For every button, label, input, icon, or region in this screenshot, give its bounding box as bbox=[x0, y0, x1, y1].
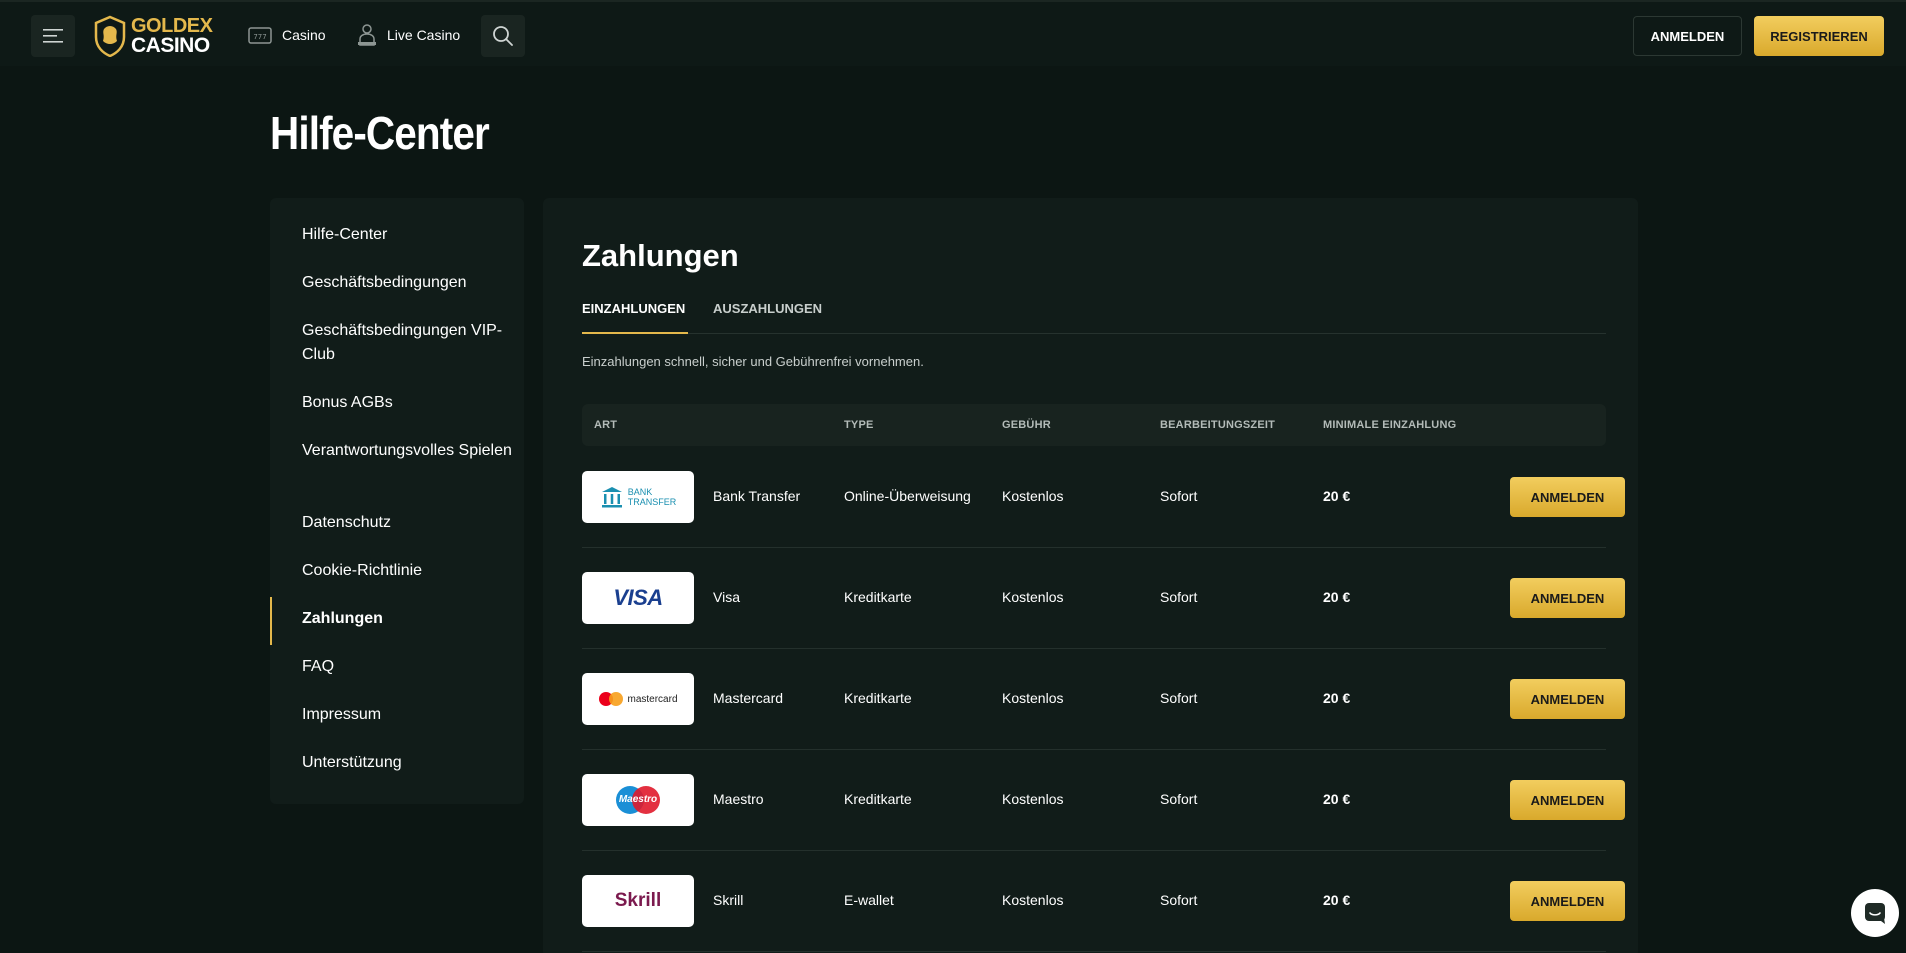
table-row: Maestro Maestro Kreditkarte Kostenlos So… bbox=[582, 750, 1625, 851]
search-icon bbox=[493, 26, 513, 46]
payment-method-name: Visa bbox=[713, 589, 740, 605]
payment-min: 20 € bbox=[1323, 690, 1351, 706]
svg-text:777: 777 bbox=[253, 33, 266, 41]
bank-transfer-logo: BANK TRANSFER bbox=[582, 471, 694, 523]
payment-time: Sofort bbox=[1160, 488, 1198, 504]
payment-fee: Kostenlos bbox=[1002, 488, 1064, 504]
bank-logo-line-2: TRANSFER bbox=[627, 497, 677, 507]
bank-icon bbox=[601, 487, 622, 508]
payment-time: Sofort bbox=[1160, 690, 1198, 706]
tab-einzahlungen[interactable]: EINZAHLUNGEN bbox=[582, 301, 688, 334]
payment-method-name: Maestro bbox=[713, 791, 764, 807]
skrill-logo: Skrill bbox=[582, 875, 694, 927]
table-row: Skrill Skrill E-wallet Kostenlos Sofort … bbox=[582, 851, 1625, 952]
payment-min: 20 € bbox=[1323, 892, 1351, 908]
help-sidebar: Hilfe-Center Geschäftsbedingungen Geschä… bbox=[270, 198, 524, 804]
visa-logo-text: VISA bbox=[613, 585, 663, 610]
top-header: GOLDEX CASINO 777 Casino Live Casino ANM… bbox=[0, 0, 1906, 66]
deposit-login-button[interactable]: ANMELDEN bbox=[1510, 679, 1625, 719]
tab-auszahlungen[interactable]: AUSZAHLUNGEN bbox=[713, 301, 822, 334]
sidebar-item-geschaeftsbedingungen[interactable]: Geschäftsbedingungen bbox=[302, 271, 512, 295]
payment-method-name: Skrill bbox=[713, 892, 744, 908]
sidebar-item-bonus-agbs[interactable]: Bonus AGBs bbox=[302, 391, 512, 415]
payment-type: Kreditkarte bbox=[844, 589, 912, 605]
payments-panel: Zahlungen EINZAHLUNGEN AUSZAHLUNGEN Einz… bbox=[543, 198, 1638, 953]
payment-fee: Kostenlos bbox=[1002, 690, 1064, 706]
payment-fee: Kostenlos bbox=[1002, 892, 1064, 908]
sidebar-item-impressum[interactable]: Impressum bbox=[302, 703, 512, 727]
payment-min: 20 € bbox=[1323, 791, 1351, 807]
sidebar-item-datenschutz[interactable]: Datenschutz bbox=[302, 511, 512, 535]
sidebar-item-faq[interactable]: FAQ bbox=[302, 655, 512, 679]
table-row: VISA Visa Kreditkarte Kostenlos Sofort 2… bbox=[582, 548, 1625, 649]
section-title: Zahlungen bbox=[582, 238, 739, 273]
sidebar-item-verantwortungsvolles-spielen[interactable]: Verantwortungsvolles Spielen bbox=[302, 439, 512, 463]
mastercard-logo-text: mastercard bbox=[627, 693, 678, 705]
payment-time: Sofort bbox=[1160, 589, 1198, 605]
table-row: mastercard Mastercard Kreditkarte Kosten… bbox=[582, 649, 1625, 750]
payment-method-name: Mastercard bbox=[713, 690, 784, 706]
payment-method-name: Bank Transfer bbox=[713, 488, 801, 504]
table-header: ART TYPE GEBÜHR BEARBEITUNGSZEIT MINIMAL… bbox=[582, 404, 1606, 446]
nav-casino-label: Casino bbox=[282, 27, 326, 43]
table-row: BANK TRANSFER Bank Transfer Online-Überw… bbox=[582, 447, 1625, 548]
nav-live-casino-label: Live Casino bbox=[387, 27, 461, 43]
column-header-processing-time: BEARBEITUNGSZEIT bbox=[1160, 419, 1276, 431]
login-button[interactable]: ANMELDEN bbox=[1633, 16, 1742, 56]
deposit-login-button[interactable]: ANMELDEN bbox=[1510, 578, 1625, 618]
deposit-login-button[interactable]: ANMELDEN bbox=[1510, 881, 1625, 921]
search-button[interactable] bbox=[481, 15, 525, 57]
site-logo[interactable]: GOLDEX CASINO bbox=[93, 14, 213, 58]
payment-type: Kreditkarte bbox=[844, 791, 912, 807]
sidebar-item-zahlungen[interactable]: Zahlungen bbox=[302, 607, 512, 631]
dealer-icon bbox=[358, 24, 376, 46]
logo-line-2: CASINO bbox=[131, 34, 210, 57]
nav-live-casino[interactable]: Live Casino bbox=[357, 22, 460, 48]
visa-logo: VISA bbox=[582, 572, 694, 624]
page-title: Hilfe-Center bbox=[270, 107, 490, 159]
maestro-logo-text: Maestro bbox=[618, 794, 658, 805]
active-item-indicator bbox=[270, 597, 272, 645]
hamburger-icon bbox=[43, 29, 63, 43]
chat-icon bbox=[1865, 903, 1885, 924]
sidebar-item-cookie-richtlinie[interactable]: Cookie-Richtlinie bbox=[302, 559, 512, 583]
payment-min: 20 € bbox=[1323, 589, 1351, 605]
deposit-login-button[interactable]: ANMELDEN bbox=[1510, 780, 1625, 820]
bank-logo-line-1: BANK bbox=[627, 487, 653, 497]
payment-tabs: EINZAHLUNGEN AUSZAHLUNGEN bbox=[582, 293, 1606, 334]
chat-launcher-button[interactable] bbox=[1851, 889, 1899, 937]
sidebar-item-hilfe-center[interactable]: Hilfe-Center bbox=[302, 223, 512, 247]
mastercard-logo: mastercard bbox=[582, 673, 694, 725]
mastercard-circles-icon bbox=[599, 692, 624, 706]
column-header-min-deposit: MINIMALE EINZAHLUNG bbox=[1323, 419, 1457, 431]
payment-time: Sofort bbox=[1160, 892, 1198, 908]
maestro-logo: Maestro bbox=[582, 774, 694, 826]
payment-type: Online-Überweisung bbox=[844, 488, 971, 504]
sidebar-item-unterstuetzung[interactable]: Unterstützung bbox=[302, 751, 512, 775]
skrill-logo-text: Skrill bbox=[614, 890, 662, 911]
payment-time: Sofort bbox=[1160, 791, 1198, 807]
payment-fee: Kostenlos bbox=[1002, 791, 1064, 807]
slot-machine-icon: 777 bbox=[248, 27, 272, 44]
deposit-login-button[interactable]: ANMELDEN bbox=[1510, 477, 1625, 517]
payment-type: Kreditkarte bbox=[844, 690, 912, 706]
column-header-fee: GEBÜHR bbox=[1002, 419, 1051, 431]
section-description: Einzahlungen schnell, sicher und Gebühre… bbox=[582, 354, 924, 369]
column-header-art: ART bbox=[594, 419, 618, 431]
menu-button[interactable] bbox=[31, 15, 75, 57]
sidebar-item-vip-club[interactable]: Geschäftsbedingungen VIP-Club bbox=[302, 319, 512, 367]
payment-fee: Kostenlos bbox=[1002, 589, 1064, 605]
payment-type: E-wallet bbox=[844, 892, 894, 908]
payment-min: 20 € bbox=[1323, 488, 1351, 504]
column-header-type: TYPE bbox=[844, 419, 874, 431]
register-button[interactable]: REGISTRIEREN bbox=[1754, 16, 1884, 56]
lion-crest-icon bbox=[94, 15, 126, 57]
nav-casino[interactable]: 777 Casino bbox=[248, 22, 326, 48]
